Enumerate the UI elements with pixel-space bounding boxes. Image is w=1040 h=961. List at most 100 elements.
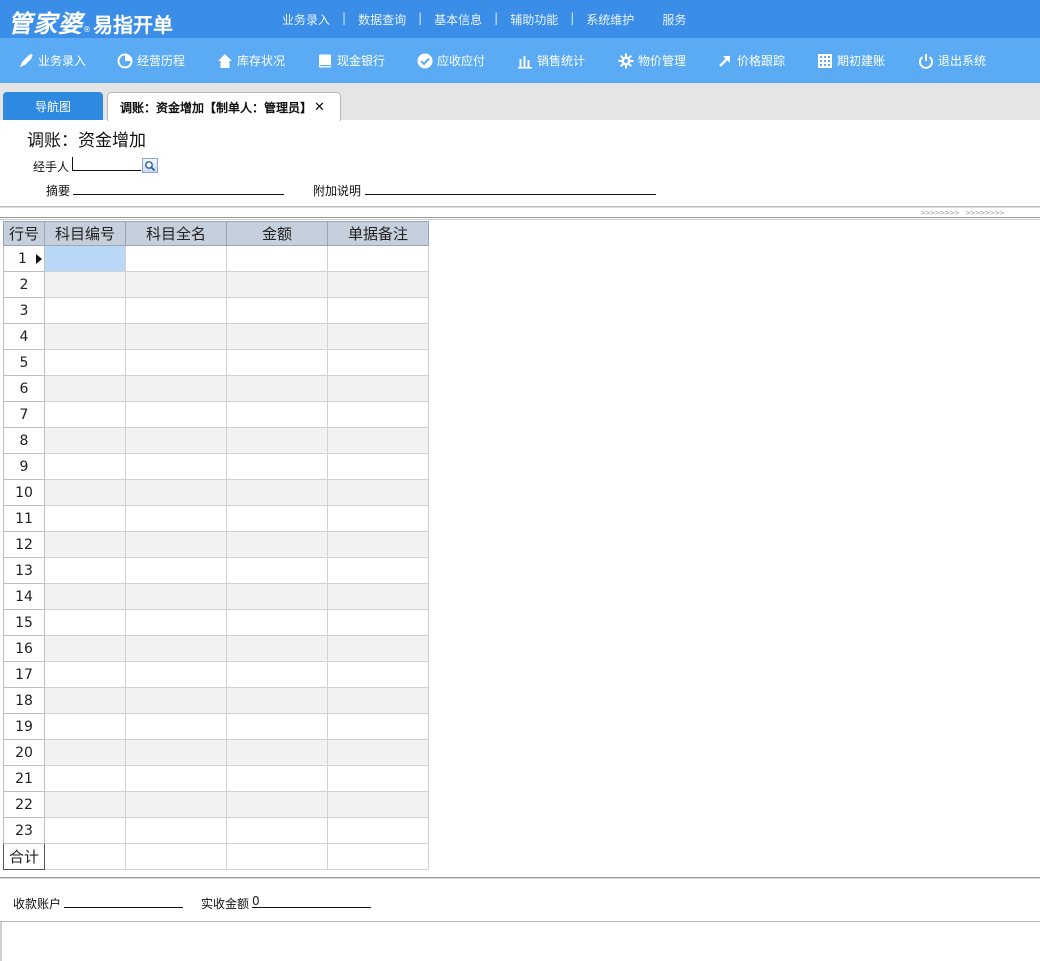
remark-cell[interactable] [327,739,429,766]
account-name-cell[interactable] [125,531,227,558]
account-code-cell[interactable] [44,349,126,376]
toolbar-button-history[interactable]: 经营历程 [117,38,185,83]
toolbar-button-inventory[interactable]: 库存状况 [217,38,285,83]
amount-cell[interactable] [226,713,328,740]
top-menu-item-tools[interactable]: 辅助功能 [498,11,570,28]
tab-fund-increase[interactable]: 调账：资金增加【制单人：管理员】 ✕ [107,92,341,121]
amount-cell[interactable] [226,609,328,636]
row-number[interactable]: 22 [3,791,45,818]
row-number[interactable]: 23 [3,817,45,844]
account-name-cell[interactable] [125,557,227,584]
remark-cell[interactable] [327,791,429,818]
amount-cell[interactable] [226,531,328,558]
account-code-cell[interactable] [44,271,126,298]
account-field[interactable] [64,894,183,908]
amount-cell[interactable] [226,349,328,376]
account-name-cell[interactable] [125,661,227,688]
remark-cell[interactable] [327,531,429,558]
top-menu-item-service[interactable]: 服务 [650,11,698,28]
row-number[interactable]: 18 [3,687,45,714]
account-code-cell[interactable] [44,375,126,402]
toolbar-button-price-management[interactable]: 物价管理 [618,38,686,83]
account-code-cell[interactable] [44,453,126,480]
account-name-cell[interactable] [125,271,227,298]
amount-cell[interactable] [226,271,328,298]
account-code-cell[interactable] [44,739,126,766]
amount-cell[interactable] [226,401,328,428]
row-number[interactable]: 3 [3,297,45,324]
amount-cell[interactable] [226,791,328,818]
account-code-cell[interactable] [44,557,126,584]
account-code-cell[interactable] [44,531,126,558]
column-header-account-name[interactable]: 科目全名 [125,221,227,246]
toolbar-button-opening-balance[interactable]: 期初建账 [817,38,885,83]
remark-cell[interactable] [327,713,429,740]
handler-lookup-button[interactable] [142,158,158,173]
account-name-cell[interactable] [125,323,227,350]
account-name-cell[interactable] [125,401,227,428]
amount-cell[interactable] [226,245,328,272]
toolbar-button-sales-stats[interactable]: 销售统计 [517,38,585,83]
remark-cell[interactable] [327,297,429,324]
account-code-cell[interactable] [44,661,126,688]
top-menu-item-basic-info[interactable]: 基本信息 [422,11,494,28]
remark-cell[interactable] [327,479,429,506]
account-code-cell[interactable] [44,635,126,662]
remark-cell[interactable] [327,245,429,272]
row-number[interactable]: 13 [3,557,45,584]
amount-cell[interactable] [226,505,328,532]
row-number[interactable]: 6 [3,375,45,402]
row-number[interactable]: 17 [3,661,45,688]
amount-cell[interactable] [226,739,328,766]
account-code-cell[interactable] [44,427,126,454]
splitter-grip[interactable]: >>>>>>>> [920,209,960,217]
row-number[interactable]: 9 [3,453,45,480]
note-field[interactable] [365,181,656,195]
account-name-cell[interactable] [125,791,227,818]
close-icon[interactable]: ✕ [314,100,325,115]
remark-cell[interactable] [327,323,429,350]
remark-cell[interactable] [327,661,429,688]
account-code-cell[interactable] [44,791,126,818]
row-number[interactable]: 16 [3,635,45,662]
account-name-cell[interactable] [125,817,227,844]
account-name-cell[interactable] [125,583,227,610]
top-menu-item-maintenance[interactable]: 系统维护 [574,11,646,28]
account-code-cell[interactable] [44,583,126,610]
account-name-cell[interactable] [125,453,227,480]
account-name-cell[interactable] [125,609,227,636]
row-number[interactable]: 10 [3,479,45,506]
amount-cell[interactable] [226,583,328,610]
column-header-amount[interactable]: 金额 [226,221,328,246]
account-name-cell[interactable] [125,635,227,662]
column-header-remark[interactable]: 单据备注 [327,221,429,246]
amount-cell[interactable] [226,661,328,688]
account-code-cell[interactable] [44,245,126,272]
row-number[interactable]: 2 [3,271,45,298]
account-name-cell[interactable] [125,505,227,532]
row-number[interactable]: 12 [3,531,45,558]
toolbar-button-receivables[interactable]: 应收应付 [417,38,485,83]
amount-cell[interactable] [226,557,328,584]
account-code-cell[interactable] [44,479,126,506]
summary-field[interactable] [73,181,284,195]
remark-cell[interactable] [327,765,429,792]
row-number[interactable]: 19 [3,713,45,740]
row-number[interactable]: 15 [3,609,45,636]
column-header-account-code[interactable]: 科目编号 [44,221,126,246]
account-name-cell[interactable] [125,479,227,506]
account-code-cell[interactable] [44,687,126,714]
top-menu-item-entry[interactable]: 业务录入 [270,11,342,28]
row-number[interactable]: 1 [3,245,45,272]
account-code-cell[interactable] [44,713,126,740]
account-code-cell[interactable] [44,401,126,428]
toolbar-button-cash-bank[interactable]: 现金银行 [317,38,385,83]
row-number[interactable]: 14 [3,583,45,610]
row-number[interactable]: 7 [3,401,45,428]
account-name-cell[interactable] [125,245,227,272]
remark-cell[interactable] [327,271,429,298]
remark-cell[interactable] [327,687,429,714]
row-number[interactable]: 11 [3,505,45,532]
amount-cell[interactable] [226,375,328,402]
remark-cell[interactable] [327,635,429,662]
